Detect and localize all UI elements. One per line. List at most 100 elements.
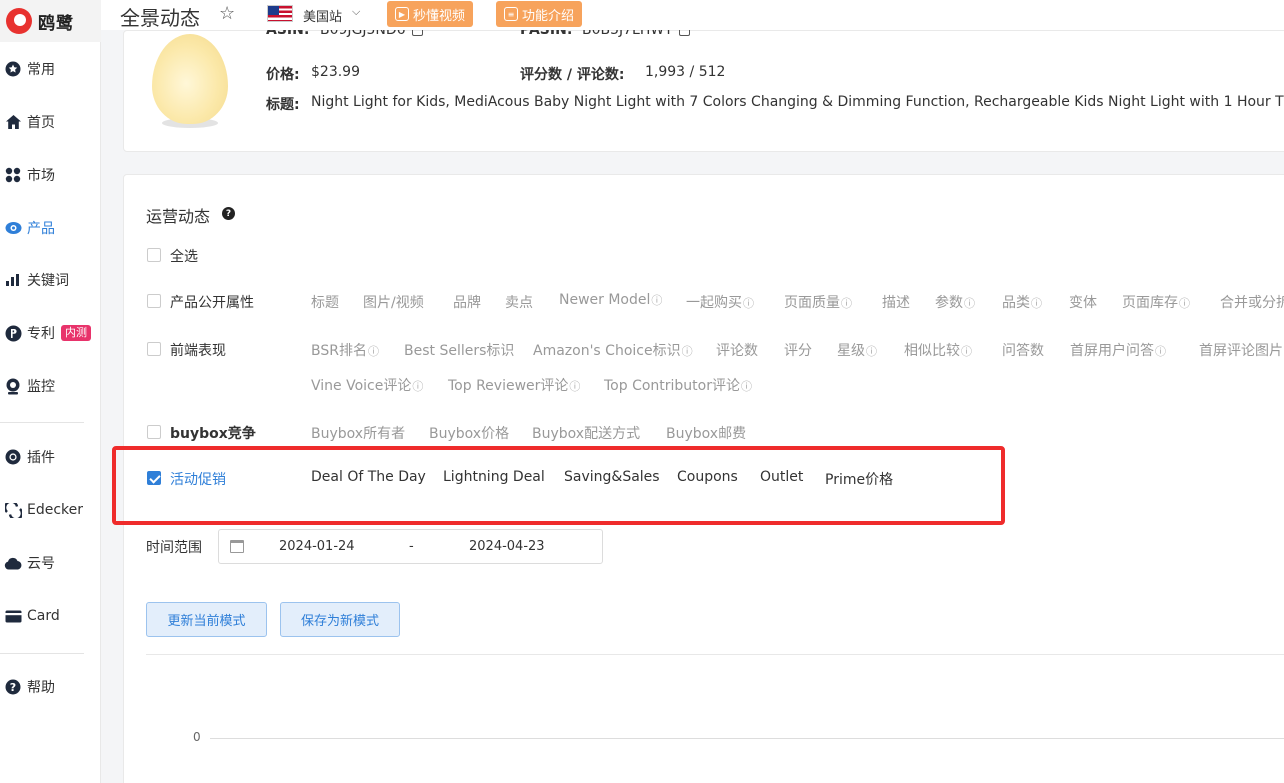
title-value: Night Light for Kids, MediAcous Baby Nig…	[311, 94, 1284, 110]
price-label: 价格:	[266, 67, 300, 83]
question-icon: ⓘ	[1155, 345, 1166, 358]
date-separator: -	[409, 539, 414, 554]
help-icon[interactable]: ?	[222, 207, 235, 220]
option-newer-model[interactable]: Newer Modelⓘ	[559, 292, 662, 308]
option-top-reviewer[interactable]: Top Reviewer评论ⓘ	[448, 375, 580, 395]
option-compare[interactable]: 相似比较ⓘ	[904, 340, 972, 360]
intro-button[interactable]: ≡ 功能介绍	[496, 1, 583, 27]
logo[interactable]: 鸥鹭	[0, 0, 101, 42]
calendar-icon	[230, 540, 244, 553]
sidebar-item-keywords[interactable]: 关键词	[0, 268, 101, 292]
buybox-checkbox[interactable]	[147, 425, 161, 439]
option-brand[interactable]: 品牌	[453, 292, 481, 312]
option-best-sellers[interactable]: Best Sellers标识	[404, 340, 514, 360]
price-value: $23.99	[311, 64, 360, 80]
time-range-label: 时间范围	[146, 540, 202, 556]
cloud-icon	[4, 554, 22, 572]
favorite-star-icon[interactable]: ☆	[219, 3, 235, 24]
pasin-value[interactable]: B0B5J7LHWT	[582, 30, 690, 38]
sidebar-item-label: 市场	[27, 168, 55, 184]
date-start-input[interactable]: 2024-01-24	[279, 539, 355, 554]
option-merge-split-wrap: 合并或分拆	[1220, 292, 1284, 312]
question-icon: ⓘ	[841, 297, 852, 310]
option-top-contributor[interactable]: Top Contributor评论ⓘ	[604, 375, 752, 395]
option-images-video[interactable]: 图片/视频	[363, 292, 424, 312]
date-range-picker[interactable]: 2024-01-24 - 2024-04-23	[218, 529, 603, 564]
sidebar-item-market[interactable]: 市场	[0, 163, 101, 187]
save-mode-button[interactable]: 保存为新模式	[280, 602, 400, 637]
us-flag-icon[interactable]	[267, 5, 293, 22]
sidebar-item-label: 专利	[27, 326, 55, 342]
sidebar-item-edecker[interactable]: Edecker	[0, 498, 101, 522]
select-all-label[interactable]: 全选	[170, 246, 198, 266]
option-top-review-images[interactable]: 首屏评论图片	[1199, 340, 1283, 360]
frontend-label[interactable]: 前端表现	[170, 340, 226, 360]
site-selector[interactable]: 美国站	[303, 6, 342, 25]
question-icon: ⓘ	[367, 345, 379, 358]
option-top-qa[interactable]: 首屏用户问答ⓘ	[1070, 340, 1166, 360]
option-vine-voice[interactable]: Vine Voice评论ⓘ	[311, 375, 423, 395]
sidebar-item-common[interactable]: 常用	[0, 57, 101, 81]
copy-icon[interactable]	[411, 30, 423, 36]
option-merge-split[interactable]: 合并或分拆	[1220, 292, 1284, 312]
public-attrs-label[interactable]: 产品公开属性	[170, 292, 254, 312]
update-mode-button[interactable]: 更新当前模式	[146, 602, 267, 637]
sidebar-item-label: 监控	[27, 379, 55, 395]
public-attrs-checkbox[interactable]	[147, 294, 161, 308]
video-button[interactable]: ▶ 秒懂视频	[387, 1, 474, 27]
asin-value[interactable]: B09JGJ5ND6	[320, 30, 423, 38]
chevron-down-icon[interactable]: ⌵	[352, 5, 360, 19]
sidebar-item-plugin[interactable]: 插件	[0, 445, 101, 469]
date-end-input[interactable]: 2024-04-23	[469, 539, 545, 554]
option-bullets[interactable]: 卖点	[505, 292, 533, 312]
question-icon: ⓘ	[743, 297, 754, 310]
clipboard-icon: ≡	[504, 7, 518, 21]
option-amazons-choice[interactable]: Amazon's Choice标识ⓘ	[533, 340, 693, 360]
sidebar: 鸥鹭 常用 首页 市场 产品 关键词 专利 内测 监控 插件 Edecker 云…	[0, 0, 101, 783]
option-rating[interactable]: 评分	[784, 340, 812, 360]
frontend-checkbox[interactable]	[147, 342, 161, 356]
option-page-stock[interactable]: 页面库存ⓘ	[1122, 292, 1190, 312]
copy-icon[interactable]	[678, 30, 690, 36]
sidebar-item-monitor[interactable]: 监控	[0, 374, 101, 398]
question-icon: ⓘ	[1179, 297, 1190, 310]
sidebar-item-help[interactable]: ? 帮助	[0, 675, 101, 699]
question-icon: ⓘ	[741, 380, 752, 393]
option-qa-count[interactable]: 问答数	[1002, 340, 1044, 360]
option-title[interactable]: 标题	[311, 292, 339, 312]
option-stars[interactable]: 星级ⓘ	[837, 340, 877, 360]
option-page-quality[interactable]: 页面质量ⓘ	[784, 292, 852, 312]
asin-label: ASIN:	[266, 30, 310, 38]
option-buybox-owner[interactable]: Buybox所有者	[311, 423, 405, 443]
sidebar-item-home[interactable]: 首页	[0, 110, 101, 134]
title-value-wrap: Night Light for Kids, MediAcous Baby Nig…	[311, 94, 1284, 114]
sidebar-item-label: 帮助	[27, 680, 55, 696]
select-all-checkbox[interactable]	[147, 248, 161, 262]
question-icon: ⓘ	[964, 297, 975, 310]
option-buybox-shipping-method[interactable]: Buybox配送方式	[532, 423, 640, 443]
sidebar-item-product[interactable]: 产品	[0, 216, 101, 240]
option-category[interactable]: 品类ⓘ	[1002, 292, 1042, 312]
option-params[interactable]: 参数ⓘ	[935, 292, 975, 312]
option-description[interactable]: 描述	[882, 292, 910, 312]
option-buybox-price[interactable]: Buybox价格	[429, 423, 509, 443]
option-review-count[interactable]: 评论数	[716, 340, 758, 360]
chart-baseline	[210, 738, 1284, 739]
beta-badge: 内测	[61, 325, 91, 341]
question-icon: ⓘ	[651, 294, 663, 307]
option-bought-together[interactable]: 一起购买ⓘ	[686, 292, 754, 312]
star-circle-icon	[4, 60, 22, 78]
home-icon	[4, 113, 22, 131]
option-buybox-shipping-fee[interactable]: Buybox邮费	[666, 423, 746, 443]
option-variation[interactable]: 变体	[1069, 292, 1097, 312]
sidebar-item-cloud[interactable]: 云号	[0, 551, 101, 575]
sidebar-divider	[0, 653, 84, 654]
sidebar-item-card[interactable]: Card	[0, 604, 101, 628]
product-image[interactable]	[150, 34, 230, 130]
intro-button-label: 功能介绍	[522, 8, 575, 24]
buybox-label[interactable]: buybox竞争	[170, 423, 256, 443]
sidebar-item-patent[interactable]: 专利 内测	[0, 321, 101, 345]
question-icon: ⓘ	[1031, 297, 1042, 310]
option-bsr[interactable]: BSR排名ⓘ	[311, 340, 379, 360]
page-title: 全景动态	[120, 6, 200, 30]
